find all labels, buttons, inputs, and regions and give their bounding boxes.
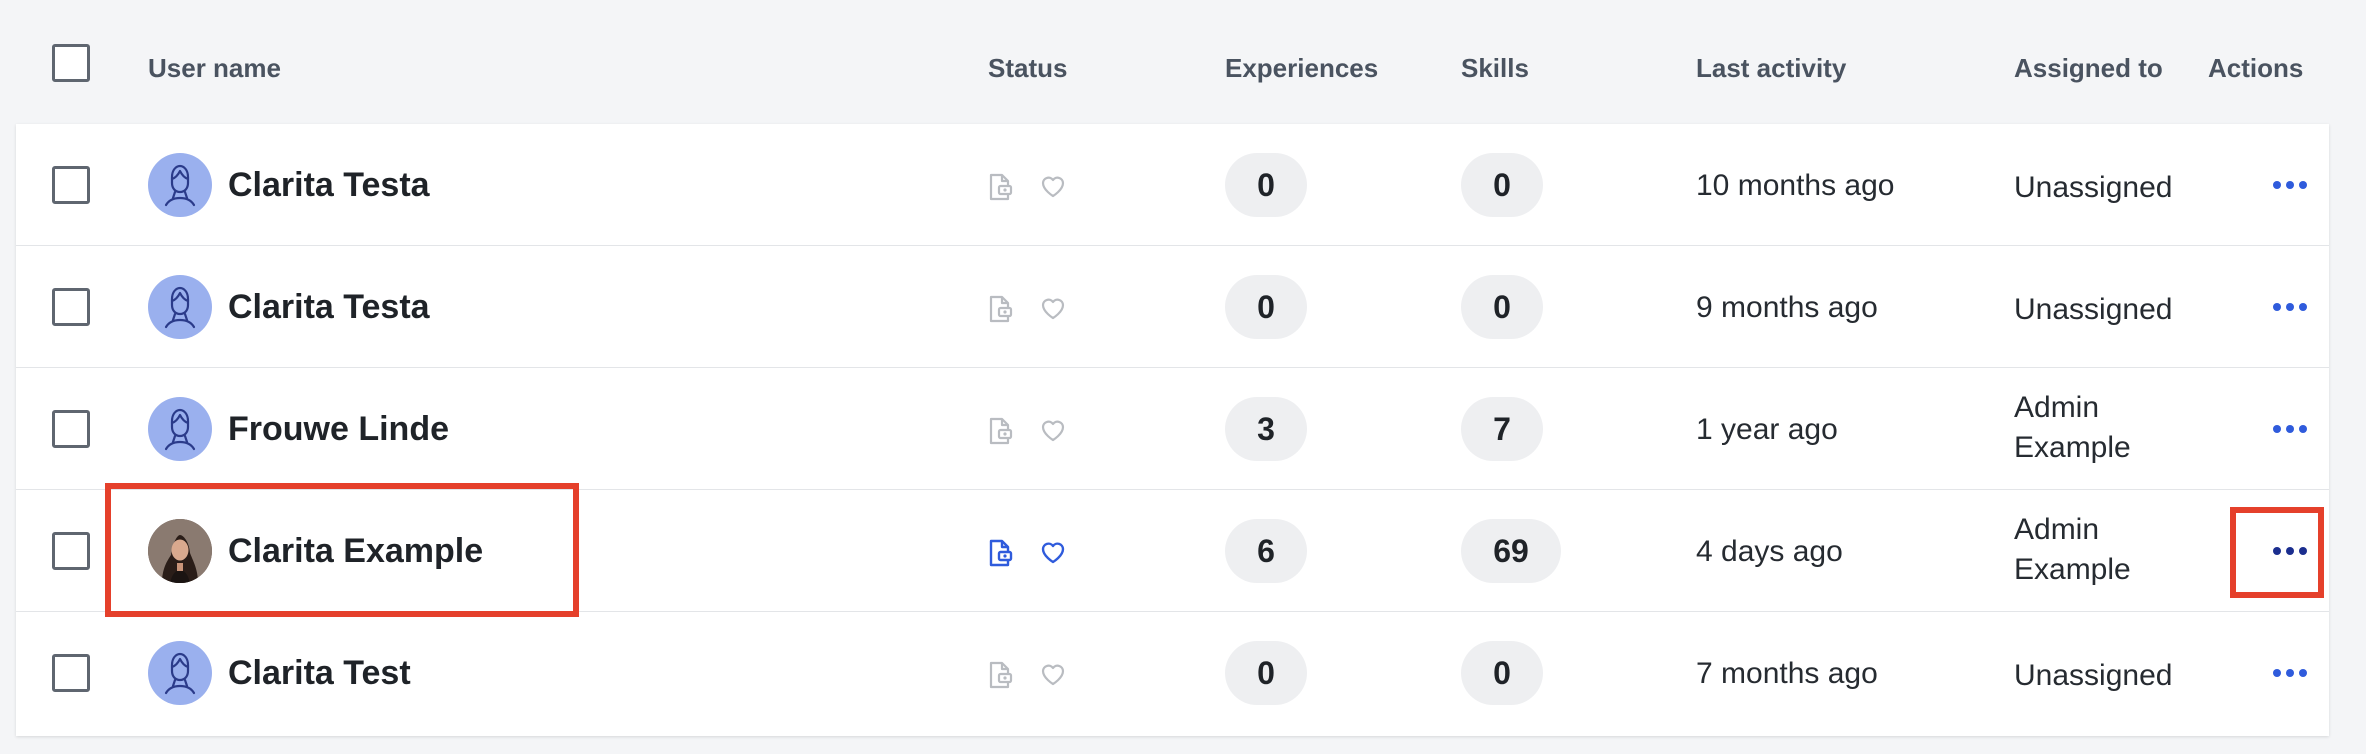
row-checkbox[interactable]	[52, 288, 90, 326]
skills-count: 69	[1461, 519, 1561, 583]
more-dot	[2273, 669, 2281, 677]
row-checkbox[interactable]	[52, 654, 90, 692]
avatar-placeholder-icon	[148, 153, 212, 217]
more-dot	[2286, 425, 2294, 433]
column-header-experiences[interactable]: Experiences	[1225, 50, 1378, 86]
more-dot	[2273, 547, 2281, 555]
assigned-to: Admin Example	[2014, 391, 2131, 464]
column-header-user-name[interactable]: User name	[148, 50, 281, 86]
heart-icon[interactable]	[1038, 537, 1068, 567]
table-row[interactable]: Clarita Testa 0 0 9 months ago Unassigne…	[16, 246, 2329, 368]
experiences-count: 0	[1225, 641, 1307, 705]
assigned-to: Unassigned	[2014, 293, 2173, 326]
user-name-link[interactable]: Clarita Testa	[228, 164, 430, 206]
skills-count: 0	[1461, 275, 1543, 339]
experiences-count: 3	[1225, 397, 1307, 461]
more-dot	[2299, 181, 2307, 189]
user-name-link[interactable]: Clarita Testa	[228, 286, 430, 328]
document-status-icon	[989, 173, 1013, 201]
column-header-status[interactable]: Status	[988, 50, 1067, 86]
more-dot	[2273, 425, 2281, 433]
more-dot	[2299, 425, 2307, 433]
select-all-checkbox[interactable]	[52, 44, 90, 82]
avatar-placeholder-icon	[148, 275, 212, 339]
last-activity: 7 months ago	[1696, 657, 1878, 690]
row-checkbox[interactable]	[52, 532, 90, 570]
document-status-icon	[989, 539, 1013, 567]
document-status-icon	[989, 417, 1013, 445]
table-row[interactable]: Frouwe Linde 3 7 1 year ago Admin Exampl…	[16, 368, 2329, 490]
table-row[interactable]: Clarita Example 6 69 4 days ago Admin Ex…	[16, 490, 2329, 612]
row-checkbox[interactable]	[52, 410, 90, 448]
assigned-to: Admin Example	[2014, 513, 2131, 586]
heart-icon[interactable]	[1038, 659, 1068, 689]
row-actions-menu-button[interactable]	[2260, 658, 2320, 688]
experiences-count: 0	[1225, 153, 1307, 217]
document-status-icon	[989, 661, 1013, 689]
skills-count: 7	[1461, 397, 1543, 461]
experiences-count: 6	[1225, 519, 1307, 583]
profile-photo	[148, 519, 212, 583]
user-name-link[interactable]: Frouwe Linde	[228, 408, 449, 450]
avatar-placeholder-icon	[148, 397, 212, 461]
document-status-icon	[989, 295, 1013, 323]
last-activity: 10 months ago	[1696, 169, 1895, 202]
more-dot	[2273, 303, 2281, 311]
column-header-assigned-to[interactable]: Assigned to	[2014, 50, 2163, 86]
user-name-link[interactable]: Clarita Example	[228, 530, 483, 572]
experiences-count: 0	[1225, 275, 1307, 339]
more-dot	[2299, 547, 2307, 555]
column-header-last-activity[interactable]: Last activity	[1696, 50, 1846, 86]
more-dot	[2273, 181, 2281, 189]
heart-icon[interactable]	[1038, 171, 1068, 201]
row-actions-menu-button[interactable]	[2260, 414, 2320, 444]
more-dot	[2286, 547, 2294, 555]
skills-count: 0	[1461, 153, 1543, 217]
column-header-actions: Actions	[2208, 53, 2304, 83]
table-row[interactable]: Clarita Testa 0 0 10 months ago Unassign…	[16, 124, 2329, 246]
more-dot	[2286, 181, 2294, 189]
assigned-to: Unassigned	[2014, 659, 2173, 692]
assigned-to: Unassigned	[2014, 171, 2173, 204]
user-name-link[interactable]: Clarita Test	[228, 652, 411, 694]
last-activity: 1 year ago	[1696, 413, 1838, 446]
more-dot	[2299, 669, 2307, 677]
table-row[interactable]: Clarita Test 0 0 7 months ago Unassigned	[16, 612, 2329, 734]
row-checkbox[interactable]	[52, 166, 90, 204]
more-dot	[2286, 669, 2294, 677]
skills-count: 0	[1461, 641, 1543, 705]
heart-icon[interactable]	[1038, 415, 1068, 445]
table-header: User name Status Experiences Skills Last…	[0, 0, 2366, 124]
row-actions-menu-button[interactable]	[2260, 170, 2320, 200]
row-actions-menu-button[interactable]	[2260, 536, 2320, 566]
heart-icon[interactable]	[1038, 293, 1068, 323]
row-actions-menu-button[interactable]	[2260, 292, 2320, 322]
last-activity: 4 days ago	[1696, 535, 1843, 568]
avatar-placeholder-icon	[148, 641, 212, 705]
column-header-skills[interactable]: Skills	[1461, 50, 1529, 86]
more-dot	[2286, 303, 2294, 311]
more-dot	[2299, 303, 2307, 311]
last-activity: 9 months ago	[1696, 291, 1878, 324]
